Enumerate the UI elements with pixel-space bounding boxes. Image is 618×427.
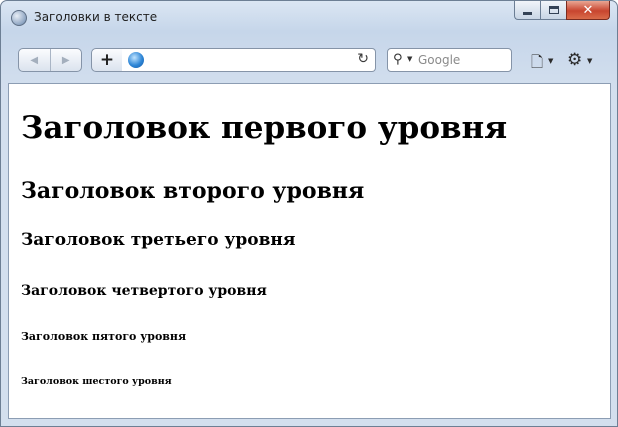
- heading-level-5: Заголовок пятого уровня: [21, 330, 187, 343]
- reload-icon[interactable]: ↻: [357, 51, 369, 67]
- search-placeholder: Google: [418, 53, 461, 67]
- heading-level-2: Заголовок второго уровня: [21, 178, 365, 204]
- back-button[interactable]: ◀: [19, 49, 51, 71]
- address-bar[interactable]: ↻: [122, 48, 376, 72]
- window-title: Заголовки в тексте: [34, 10, 158, 24]
- heading-level-1: Заголовок первого уровня: [21, 110, 508, 146]
- gear-icon[interactable]: ⚙: [567, 50, 582, 70]
- heading-level-3: Заголовок третьего уровня: [21, 230, 296, 250]
- caption-buttons: ✕: [514, 1, 610, 20]
- browser-app-icon[interactable]: [11, 10, 27, 26]
- search-box[interactable]: ⚲ ▼ Google: [387, 48, 512, 72]
- page-menu-icon[interactable]: 🗋: [531, 52, 543, 77]
- browser-window: Заголовки в тексте ✕ ◀ ▶ + ↻ ⚲ ▼ Google …: [0, 0, 618, 427]
- toolbar: ◀ ▶ + ↻ ⚲ ▼ Google 🗋 ▼ ⚙ ▼: [1, 35, 617, 83]
- search-engine-dropdown-icon[interactable]: ▼: [407, 55, 412, 63]
- maximize-icon: [548, 6, 559, 14]
- search-icon[interactable]: ⚲: [393, 52, 403, 67]
- heading-level-6: Заголовок шестого уровня: [21, 376, 172, 387]
- minimize-button[interactable]: [514, 1, 540, 20]
- tools-menu-dropdown-icon[interactable]: ▼: [587, 57, 592, 65]
- title-bar[interactable]: Заголовки в тексте ✕: [1, 1, 617, 35]
- maximize-button[interactable]: [540, 1, 566, 20]
- navigation-buttons: ◀ ▶: [18, 48, 82, 72]
- forward-arrow-icon: ▶: [61, 54, 70, 66]
- back-arrow-icon: ◀: [30, 54, 39, 66]
- add-bookmark-button[interactable]: +: [91, 48, 123, 72]
- minimize-icon: [523, 11, 532, 15]
- globe-icon: [128, 52, 144, 68]
- page-menu-dropdown-icon[interactable]: ▼: [548, 57, 553, 65]
- heading-level-4: Заголовок четвертого уровня: [21, 283, 267, 299]
- page-content: Заголовок первого уровня Заголовок второ…: [8, 83, 611, 419]
- forward-button[interactable]: ▶: [51, 49, 82, 71]
- close-icon: ✕: [582, 2, 594, 18]
- close-button[interactable]: ✕: [566, 1, 610, 20]
